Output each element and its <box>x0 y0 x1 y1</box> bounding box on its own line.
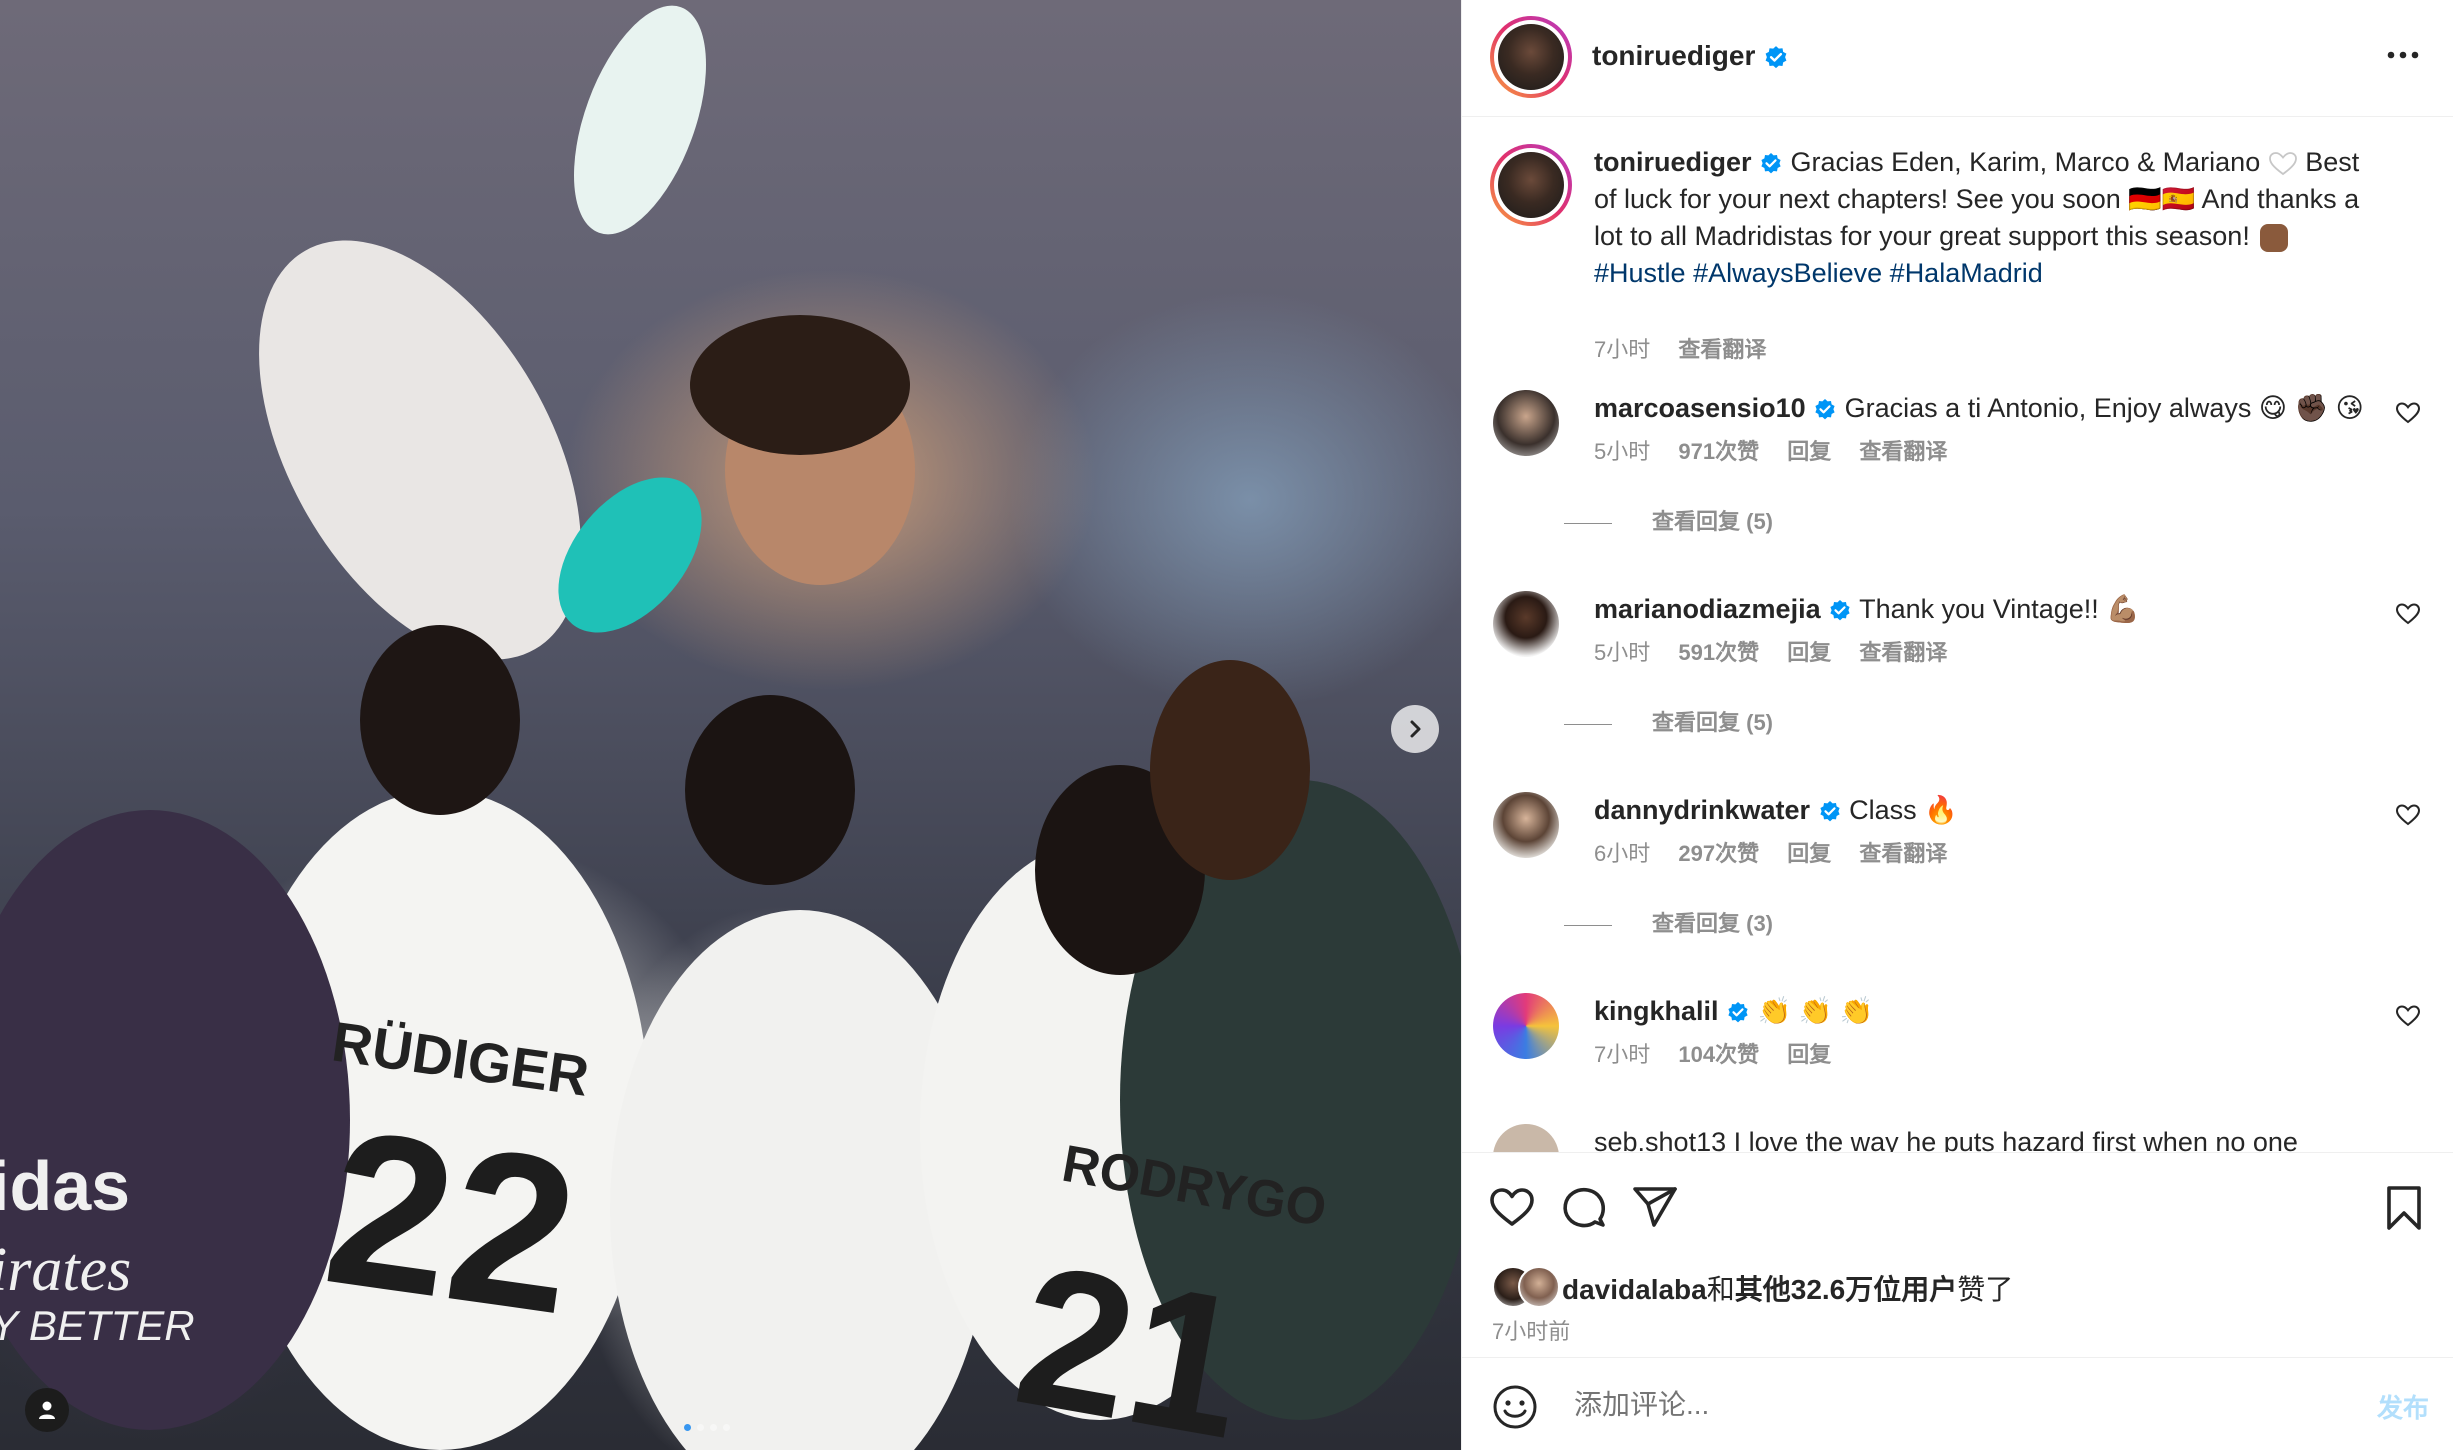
comment-avatar[interactable] <box>1493 1124 1559 1152</box>
like-comment-heart-icon[interactable] <box>2395 802 2421 828</box>
svg-text:idas: idas <box>0 1147 130 1225</box>
comment-time[interactable]: 7小时 <box>1594 1042 1650 1067</box>
comment-username[interactable]: marianodiazmejia <box>1594 594 1821 624</box>
next-photo-button[interactable] <box>1391 705 1439 753</box>
chevron-right-icon <box>1410 720 1421 738</box>
comment-emojis: 💪🏽 <box>2106 594 2140 624</box>
translate-button[interactable]: 查看翻译 <box>1859 439 1947 464</box>
reply-button[interactable]: 回复 <box>1787 439 1831 464</box>
likes-count-link[interactable]: 其他32.6万位用户 <box>1735 1274 1958 1305</box>
comment-text: Gracias a ti Antonio, Enjoy always <box>1844 393 2252 423</box>
carousel-dot <box>684 1424 691 1431</box>
comment-username[interactable]: dannydrinkwater <box>1594 795 1810 825</box>
carousel-dot <box>710 1424 717 1431</box>
svg-text:21: 21 <box>1003 1223 1261 1450</box>
comment-likes[interactable]: 104次赞 <box>1678 1042 1759 1067</box>
view-replies-button[interactable]: 查看回复 (5) <box>1564 504 1773 536</box>
comment-likes[interactable]: 297次赞 <box>1678 841 1759 866</box>
tagged-users-button[interactable] <box>25 1388 69 1432</box>
caption-time[interactable]: 7小时 <box>1594 337 1650 362</box>
smiley-icon[interactable] <box>1492 1384 1538 1430</box>
comment-icon[interactable] <box>1559 1183 1609 1233</box>
liker-username[interactable]: davidalaba <box>1562 1274 1707 1305</box>
comment-time[interactable]: 5小时 <box>1594 439 1650 464</box>
like-comment-heart-icon[interactable] <box>2395 400 2421 426</box>
user-tag-icon <box>39 1401 55 1419</box>
comment-emojis: 🔥 <box>1924 795 1958 825</box>
post-comment-button[interactable]: 发布 <box>2377 1388 2429 1425</box>
more-horizontal-icon <box>2387 51 2419 59</box>
likes-summary: davidalaba和其他32.6万位用户赞了 7小时前 <box>1462 1262 2453 1357</box>
instagram-post-view: RÜDIGER 22 RODRYGO 21 idas irates Y BETT… <box>0 0 2453 1450</box>
reply-button[interactable]: 回复 <box>1787 640 1831 665</box>
likes-suffix: 赞了 <box>1957 1274 2014 1305</box>
comment-avatar[interactable] <box>1493 390 1559 456</box>
caption-avatar[interactable] <box>1490 144 1572 226</box>
caption-text: Gracias Eden, Karim, Marco & Mariano <box>1790 147 2261 177</box>
reply-button[interactable]: 回复 <box>1787 841 1831 866</box>
comment-emojis: 😋 ✊🏿 😘 <box>2258 393 2364 423</box>
comment-text: Thank you Vintage!! <box>1859 594 2099 624</box>
comment-text: Class <box>1849 795 1917 825</box>
comment-emojis: 👏 👏 👏 <box>1757 996 1874 1026</box>
svg-text:22: 22 <box>313 1083 590 1361</box>
comment-time[interactable]: 5小时 <box>1594 640 1650 665</box>
post-actions <box>1462 1152 2453 1264</box>
hashtag-link[interactable]: #Hustle <box>1594 258 1686 288</box>
comment-avatar[interactable] <box>1493 792 1559 858</box>
post-time[interactable]: 7小时前 <box>1492 1314 1570 1346</box>
comment-username[interactable]: marcoasensio10 <box>1594 393 1806 423</box>
hashtag-link[interactable]: #AlwaysBelieve <box>1693 258 1882 288</box>
caption-translate-button[interactable]: 查看翻译 <box>1678 337 1766 362</box>
comment-text: seb.shot13 I love the way he puts hazard… <box>1594 1127 2298 1152</box>
white-heart-icon <box>2268 151 2297 175</box>
like-comment-heart-icon[interactable] <box>2395 1003 2421 1029</box>
heart-icon[interactable] <box>1487 1183 1537 1233</box>
like-comment-heart-icon[interactable] <box>2395 601 2421 627</box>
comment-username[interactable]: kingkhalil <box>1594 996 1719 1026</box>
verified-badge-icon <box>1830 599 1850 621</box>
author-username[interactable]: toniruediger <box>1592 40 1755 71</box>
hashtag-link[interactable]: #HalaMadrid <box>1890 258 2043 288</box>
verified-badge-icon <box>1765 45 1787 68</box>
verified-badge-icon <box>1728 1001 1748 1023</box>
carousel-dot <box>697 1424 704 1431</box>
liker-avatars <box>1492 1266 1560 1308</box>
verified-badge-icon <box>1819 800 1840 822</box>
hands-emoji <box>2260 223 2289 252</box>
verified-badge-icon <box>1761 152 1781 174</box>
view-replies-button[interactable]: 查看回复 (5) <box>1564 705 1773 737</box>
liker-avatar[interactable] <box>1518 1266 1560 1308</box>
more-options-button[interactable] <box>2383 40 2423 70</box>
comment-time[interactable]: 6小时 <box>1594 841 1650 866</box>
view-replies-button[interactable]: 查看回复 (3) <box>1564 906 1773 938</box>
comment-likes[interactable]: 591次赞 <box>1678 640 1759 665</box>
author-avatar[interactable] <box>1490 16 1572 98</box>
comment-likes[interactable]: 971次赞 <box>1678 439 1759 464</box>
comment-input[interactable] <box>1572 1384 2276 1426</box>
comment-composer: 发布 <box>1462 1357 2453 1450</box>
svg-text:Y BETTER: Y BETTER <box>0 1302 195 1349</box>
translate-button[interactable]: 查看翻译 <box>1859 841 1947 866</box>
likes-joiner: 和 <box>1706 1274 1735 1305</box>
comment-avatar[interactable] <box>1493 591 1559 657</box>
post-photo[interactable]: RÜDIGER 22 RODRYGO 21 idas irates Y BETT… <box>0 0 1461 1450</box>
carousel-dot <box>723 1424 730 1431</box>
carousel-indicator <box>684 1424 730 1431</box>
photo-scene: RÜDIGER 22 RODRYGO 21 idas irates Y BETT… <box>0 5 1461 1450</box>
comment-avatar[interactable] <box>1493 993 1559 1059</box>
caption-username[interactable]: toniruediger <box>1594 147 1752 177</box>
translate-button[interactable]: 查看翻译 <box>1859 640 1947 665</box>
verified-badge-icon <box>1815 398 1835 420</box>
caption-meta: 7小时 查看翻译 <box>1594 332 1788 364</box>
post-details-panel: toniruediger toniruediger Gracias Eden, … <box>1461 0 2453 1450</box>
reply-button[interactable]: 回复 <box>1787 1042 1831 1067</box>
svg-text:irates: irates <box>0 1236 131 1304</box>
bookmark-icon[interactable] <box>2379 1183 2429 1233</box>
send-icon[interactable] <box>1630 1183 1680 1233</box>
post-header: toniruediger <box>1462 0 2453 117</box>
comments-list[interactable]: toniruediger Gracias Eden, Karim, Marco … <box>1462 118 2453 1152</box>
